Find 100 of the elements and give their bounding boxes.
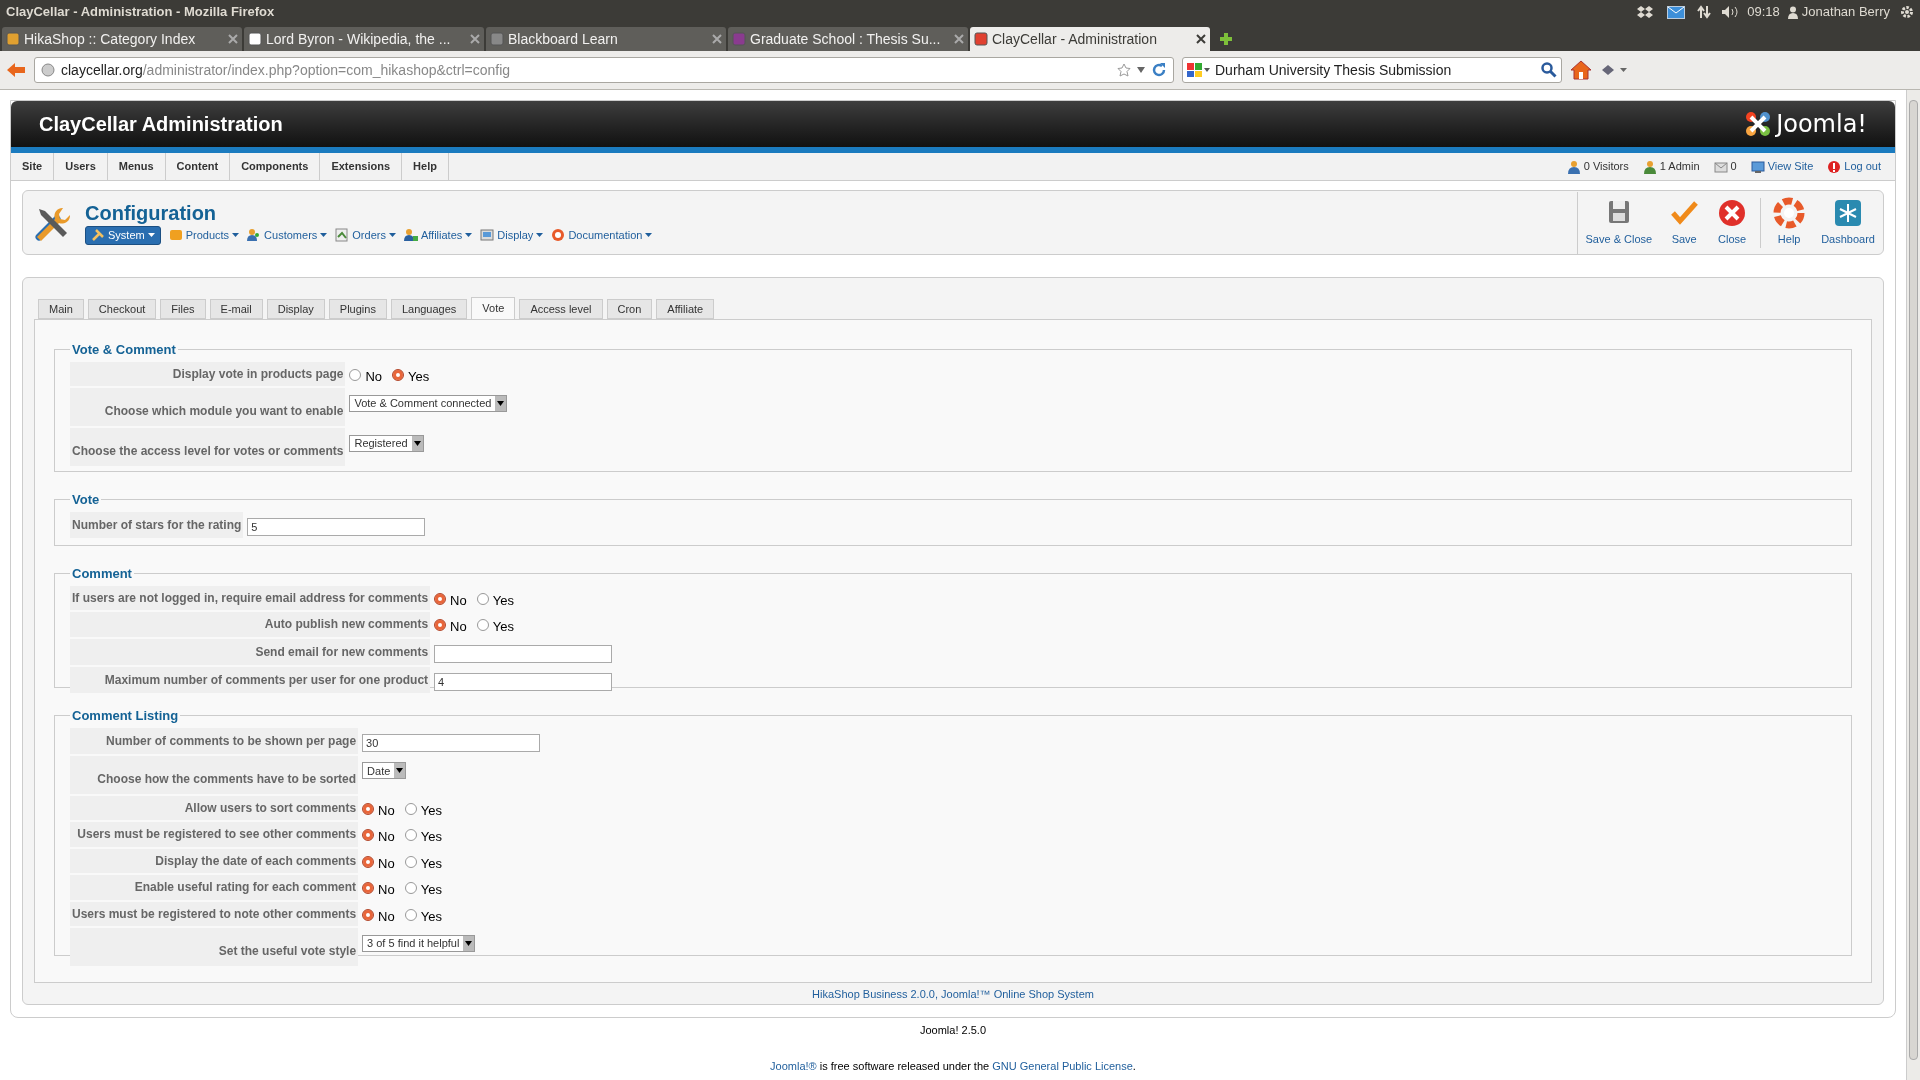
radio-button[interactable] (404, 855, 417, 868)
tab[interactable]: Checkout (87, 299, 157, 319)
back-icon[interactable] (6, 62, 26, 78)
menu-item[interactable]: Help (402, 153, 449, 180)
submenu-item[interactable]: Display (480, 225, 544, 245)
radio-button[interactable] (392, 368, 405, 381)
browser-tab[interactable]: ClayCellar - Administration (970, 27, 1210, 51)
dropbox-icon[interactable] (1637, 5, 1654, 19)
credit-link[interactable]: HikaShop Business 2.0.0, Joomla!™ Online Shop System (812, 986, 1094, 1003)
menu-item[interactable]: Menus (107, 153, 166, 180)
user-name[interactable]: Jonathan Berry (1801, 2, 1890, 22)
scrollbar-thumb[interactable] (1909, 100, 1918, 1060)
mail-icon[interactable] (1667, 5, 1686, 19)
license-link[interactable]: GNU General Public License (992, 1059, 1133, 1072)
submenu-item[interactable]: Affiliates (403, 225, 473, 245)
scrollbar[interactable] (1906, 90, 1920, 1080)
submenu-item[interactable]: System (85, 225, 161, 245)
version-text: Joomla! 2.5.0 (919, 1023, 986, 1038)
logout-icon[interactable] (1827, 159, 1842, 174)
view-site-icon[interactable] (1750, 159, 1765, 174)
clock[interactable]: 09:18 (1747, 2, 1780, 22)
favicon-icon (490, 32, 504, 46)
input-field[interactable]: 30 (362, 733, 541, 752)
tab[interactable]: E-mail (209, 299, 263, 319)
radio-button[interactable] (362, 882, 375, 895)
radio-button[interactable] (362, 802, 375, 815)
dropdown[interactable]: Vote & Comment connected (349, 394, 508, 412)
dropdown[interactable]: 3 of 5 find it helpful (362, 934, 476, 952)
tab[interactable]: Display (266, 299, 325, 319)
radio-button[interactable] (404, 908, 417, 921)
menu-item[interactable]: Extensions (320, 153, 403, 180)
tab[interactable]: Main (38, 299, 84, 319)
search-icon[interactable] (1541, 62, 1557, 78)
input-field[interactable] (434, 644, 613, 663)
tab[interactable]: Languages (390, 299, 468, 319)
submenu-icon (168, 228, 183, 242)
radio-label: No (378, 828, 395, 846)
menu-item[interactable]: Content (165, 153, 231, 180)
section-title: Vote (71, 491, 101, 509)
section-title: Comment (71, 565, 133, 583)
toolbar-button[interactable]: Save (1660, 191, 1709, 254)
radio-button[interactable] (362, 908, 375, 921)
submenu-item[interactable]: Customers (247, 225, 328, 245)
toolbar-button[interactable]: Save & Close (1576, 191, 1661, 254)
tab[interactable]: Plugins (328, 299, 387, 319)
radio-button[interactable] (349, 368, 362, 381)
home-icon[interactable] (1570, 60, 1592, 80)
radio-button[interactable] (476, 592, 489, 605)
search-field[interactable]: Durham University Thesis Submission (1182, 57, 1562, 83)
field-label: Allow users to sort comments (70, 795, 359, 820)
section-title: Comment Listing (71, 707, 180, 725)
menu-item[interactable]: Users (54, 153, 108, 180)
radio-button[interactable] (404, 882, 417, 895)
submenu-item[interactable]: Products (168, 225, 240, 245)
submenu-item[interactable]: Documentation (551, 225, 653, 245)
browser-tab[interactable]: HikaShop :: Category Index (2, 27, 242, 51)
toolbar-button[interactable]: Close (1708, 191, 1757, 254)
radio-button[interactable] (404, 829, 417, 842)
radio-button[interactable] (404, 802, 417, 815)
browser-tab[interactable]: Lord Byron - Wikipedia, the ... (244, 27, 484, 51)
network-icon[interactable] (1697, 5, 1712, 19)
address-field[interactable]: claycellar.org/administrator/index.php?option=com_hikashop&ctrl=config (34, 57, 1174, 83)
submenu-icon (480, 228, 495, 242)
tab[interactable]: Access level (519, 299, 603, 319)
admins-icon (1642, 159, 1657, 174)
tab[interactable]: Affiliate (656, 299, 715, 319)
browser-tab[interactable]: Blackboard Learn (486, 27, 726, 51)
tab[interactable]: Files (160, 299, 206, 319)
dropdown-icon[interactable] (1137, 67, 1145, 73)
bookmark-star-icon[interactable] (1117, 63, 1131, 77)
new-tab-icon[interactable] (1218, 31, 1234, 47)
radio-button[interactable] (476, 619, 489, 632)
browser-tab[interactable]: Graduate School : Thesis Su... (728, 27, 968, 51)
menu-item[interactable]: Components (230, 153, 321, 180)
status-link[interactable]: View Site (1767, 158, 1814, 175)
site-title: ClayCellar Administration (39, 112, 283, 137)
close-icon[interactable] (1196, 34, 1206, 44)
dropdown[interactable]: Registered (349, 434, 424, 452)
radio-button[interactable] (362, 855, 375, 868)
reload-icon[interactable] (1151, 62, 1167, 78)
settings-icon[interactable] (1900, 5, 1914, 19)
input-field[interactable]: 4 (434, 672, 613, 691)
input-field[interactable]: 5 (247, 517, 426, 536)
radio-button[interactable] (434, 592, 447, 605)
radio-button[interactable] (362, 829, 375, 842)
toolbar-button[interactable]: Dashboard (1813, 191, 1883, 254)
radio-label: No (378, 801, 395, 820)
status-text: 0 (1730, 159, 1737, 175)
submenu-item[interactable]: Orders (335, 225, 396, 245)
status-link[interactable]: Log out (1844, 158, 1881, 175)
tab[interactable]: Cron (606, 299, 653, 319)
volume-icon[interactable] (1721, 5, 1740, 19)
toolbar-button[interactable]: Help (1765, 191, 1814, 254)
logo-icon (1744, 110, 1773, 138)
license-link[interactable]: Joomla!® (770, 1059, 817, 1072)
dropdown[interactable]: Date (362, 762, 407, 780)
radio-button[interactable] (434, 619, 447, 632)
menu-item[interactable]: Site (11, 153, 55, 180)
search-engine-icon[interactable] (1187, 62, 1211, 78)
tab[interactable]: Vote (471, 297, 516, 319)
